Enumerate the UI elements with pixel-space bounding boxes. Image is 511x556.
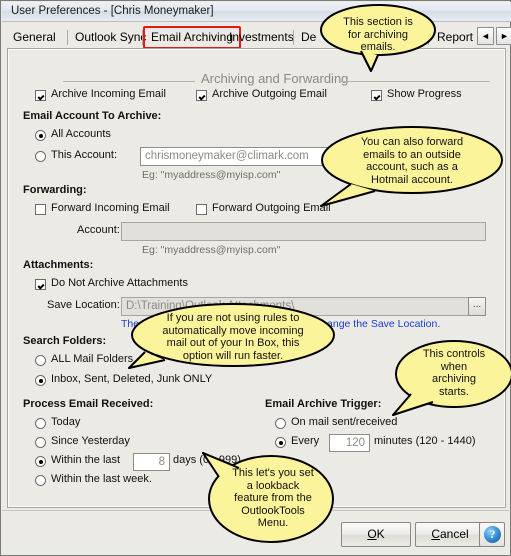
heading-attachments: Attachments: [23,259,94,271]
tab-scroll-left-button[interactable]: ◄ [477,27,494,45]
heading-process-email: Process Email Received: [23,398,154,410]
callout-rules-faster: If you are not using rules to automatica… [128,302,337,374]
heading-forwarding: Forwarding: [23,184,87,196]
label-all-mail-folders: ALL Mail Folders [51,353,134,365]
checkbox-archive-outgoing[interactable] [196,90,207,101]
checkbox-forward-outgoing[interactable] [196,204,207,215]
cancel-label-rest: ancel [439,527,469,541]
window-title: User Preferences - [Chris Moneymaker] [11,5,214,17]
radio-all-accounts[interactable] [35,130,46,141]
label-archive-outgoing: Archive Outgoing Email [212,88,327,100]
hint-forward-example: Eg: "myaddress@myisp.com" [142,244,281,256]
input-days[interactable]: 8 [133,453,170,471]
group-title: Archiving and Forwarding [201,71,349,86]
callout-rules-faster-text: If you are not using rules to automatica… [162,312,304,362]
ok-mnemonic: O [367,527,377,541]
cancel-button[interactable]: Cancel [415,522,485,547]
tab-outlook-sync[interactable]: Outlook Sync [69,27,152,48]
help-button[interactable]: ? [479,522,505,547]
heading-archive-trigger: Email Archive Trigger: [265,398,382,410]
radio-today[interactable] [35,418,46,429]
input-forward-account[interactable] [121,222,486,241]
label-archive-incoming: Archive Incoming Email [51,88,166,100]
email-archiving-panel: Archiving and Forwarding Archive Incomin… [7,48,506,508]
callout-archiving-section-text: This section is for archiving emails. [343,16,413,53]
radio-inbox-sent-deleted-junk[interactable] [35,375,46,386]
tab-separator [293,30,294,45]
label-forward-account: Account: [77,224,120,236]
label-all-accounts: All Accounts [51,128,111,140]
label-do-not-archive-attachments: Do Not Archive Attachments [51,277,188,289]
label-every: Every [291,435,320,447]
ok-label-rest: K [376,527,385,541]
user-preferences-window: User Preferences - [Chris Moneymaker] Ge… [0,0,511,556]
label-within-the-last-week: Within the last week. [51,473,152,485]
radio-within-the-last[interactable] [35,456,46,467]
hint-account-example: Eg: "myaddress@myisp.com" [142,169,281,181]
ok-button[interactable]: OK [341,522,411,547]
callout-lookback: This let's you set a lookback feature fr… [202,447,334,543]
label-within-the-last: Within the last [51,454,121,466]
label-today: Today [51,416,81,428]
tab-scroll-right-button[interactable]: ► [496,27,511,45]
radio-this-account[interactable] [35,151,46,162]
question-mark-icon: ? [484,526,501,543]
callout-trigger-control: This controls when archiving starts. [392,339,511,416]
group-rule-left [63,81,195,82]
heading-search-folders: Search Folders: [23,335,107,347]
label-show-progress: Show Progress [387,88,462,100]
group-rule-right [340,81,490,82]
callout-lookback-text: This let's you set a lookback feature fr… [232,467,314,529]
callout-archiving-section: This section is for archiving emails. [319,3,437,72]
browse-button[interactable]: ... [468,297,486,316]
label-on-mail-sent-received: On mail sent/received [291,416,398,428]
label-save-location: Save Location: [47,299,120,311]
tab-separator [67,30,68,45]
radio-since-yesterday[interactable] [35,437,46,448]
panel-inner-border: Archiving and Forwarding Archive Incomin… [8,49,505,507]
label-forward-incoming: Forward Incoming Email [51,202,170,214]
heading-email-account: Email Account To Archive: [23,110,162,122]
cancel-mnemonic: C [431,527,440,541]
label-since-yesterday: Since Yesterday [51,435,130,447]
callout-forward-outside: You can also forward emails to an outsid… [319,124,505,207]
checkbox-forward-incoming[interactable] [35,204,46,215]
radio-on-mail-sent-received[interactable] [275,418,286,429]
tab-general[interactable]: General [7,27,62,48]
callout-forward-outside-text: You can also forward emails to an outsid… [360,136,464,186]
label-minutes-suffix: minutes (120 - 1440) [374,435,476,447]
label-forward-outgoing: Forward Outgoing Email [212,202,331,214]
tab-investments[interactable]: Investments [223,27,300,48]
checkbox-do-not-archive-attachments[interactable] [35,279,46,290]
checkbox-show-progress[interactable] [371,90,382,101]
radio-all-mail-folders[interactable] [35,355,46,366]
radio-within-the-last-week[interactable] [35,475,46,486]
checkbox-archive-incoming[interactable] [35,90,46,101]
callout-trigger-control-text: This controls when archiving starts. [422,348,486,398]
label-this-account: This Account: [51,149,118,161]
